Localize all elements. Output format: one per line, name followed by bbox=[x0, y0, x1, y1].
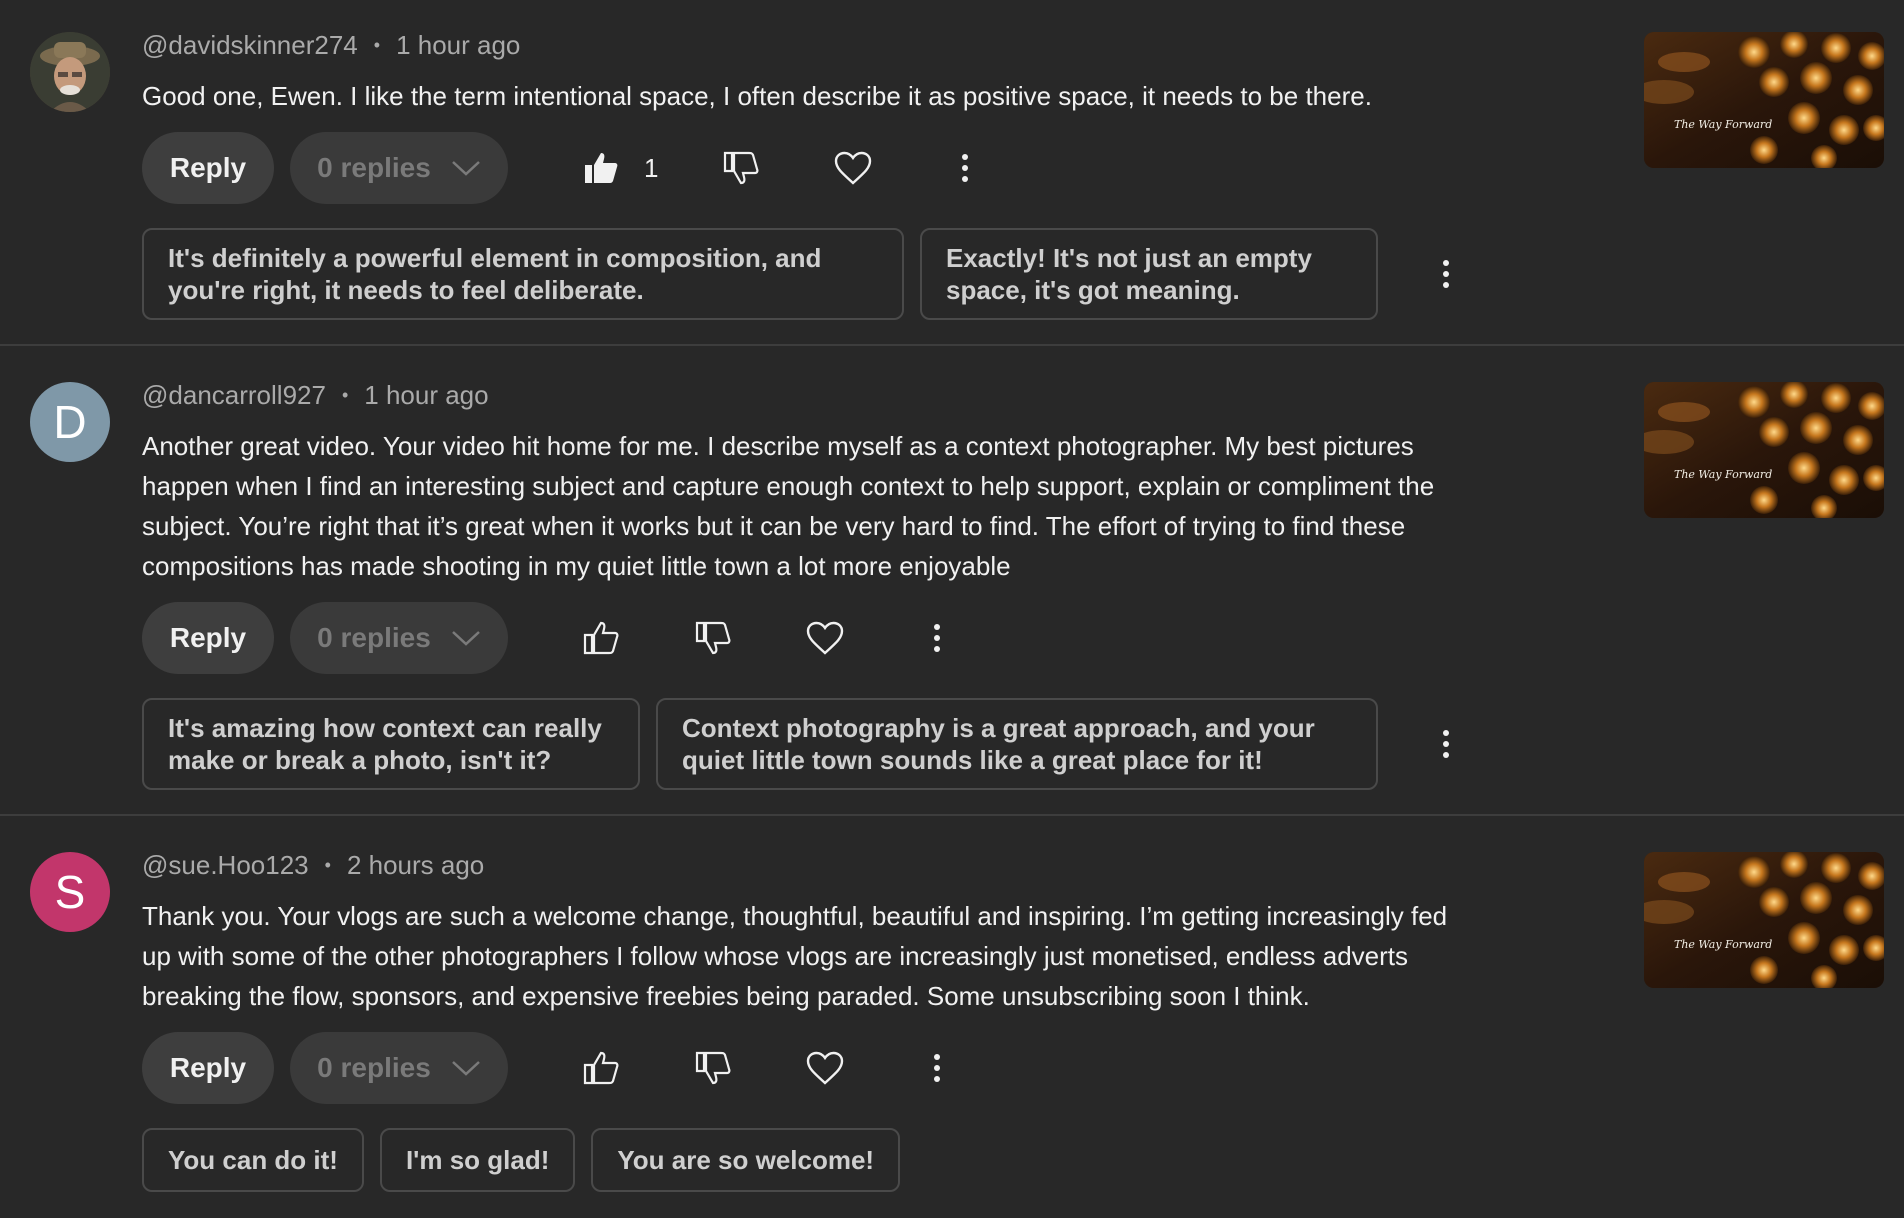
heart-button[interactable] bbox=[830, 145, 876, 191]
thumb-up-icon bbox=[583, 1051, 619, 1085]
comment-text: Another great video. Your video hit home… bbox=[142, 431, 1435, 581]
like-button[interactable] bbox=[578, 615, 624, 661]
username[interactable]: @dancarroll927 bbox=[142, 380, 326, 411]
more-options-button[interactable] bbox=[942, 145, 988, 191]
separator: • bbox=[373, 35, 381, 55]
separator: • bbox=[324, 855, 331, 875]
username[interactable]: @davidskinner274 bbox=[142, 30, 358, 61]
like-button[interactable] bbox=[578, 1045, 624, 1091]
video-thumbnail[interactable]: The Way Forward bbox=[1644, 32, 1884, 168]
thumb-down-icon bbox=[695, 1051, 731, 1085]
more-vertical-icon bbox=[1443, 260, 1449, 288]
suggested-reply-chip[interactable]: I'm so glad! bbox=[379, 1128, 576, 1192]
comment-divider bbox=[0, 814, 1904, 816]
avatar-photo bbox=[30, 32, 110, 112]
more-options-button[interactable] bbox=[914, 1045, 960, 1091]
suggestions-more-button[interactable] bbox=[1426, 251, 1466, 297]
reply-button[interactable]: Reply bbox=[142, 602, 274, 674]
suggested-replies: You can do it! I'm so glad! You are so w… bbox=[142, 1128, 916, 1192]
comment-text: Good one, Ewen. I like the term intentio… bbox=[142, 81, 1372, 111]
timestamp[interactable]: 1 hour ago bbox=[396, 30, 520, 61]
heart-button[interactable] bbox=[802, 615, 848, 661]
reply-button[interactable]: Reply bbox=[142, 1032, 274, 1104]
thumb-down-icon bbox=[724, 151, 759, 185]
candles-image bbox=[1644, 382, 1884, 518]
comment-actions: Reply 0 replies bbox=[142, 602, 960, 674]
comment-divider bbox=[0, 344, 1904, 346]
heart-button[interactable] bbox=[802, 1045, 848, 1091]
dislike-button[interactable] bbox=[690, 1045, 736, 1091]
suggested-reply-chip[interactable]: Exactly! It's not just an empty space, i… bbox=[920, 228, 1378, 320]
comment-actions: Reply 0 replies bbox=[142, 1032, 960, 1104]
separator: • bbox=[341, 385, 349, 405]
suggested-replies: It's definitely a powerful element in co… bbox=[142, 228, 1466, 320]
video-thumbnail[interactable]: The Way Forward bbox=[1644, 852, 1884, 988]
chevron-down-icon bbox=[451, 161, 480, 176]
heart-icon bbox=[806, 1051, 844, 1085]
username[interactable]: @sue.Hoo123 bbox=[142, 850, 309, 881]
thumb-down-icon bbox=[695, 621, 731, 655]
thumbnail-caption: The Way Forward bbox=[1674, 468, 1773, 481]
avatar[interactable]: D bbox=[30, 382, 110, 462]
comment-meta: @dancarroll927 • 1 hour ago bbox=[142, 380, 489, 411]
replies-label: 0 replies bbox=[317, 622, 431, 653]
more-options-button[interactable] bbox=[914, 615, 960, 661]
like-count: 1 bbox=[644, 152, 659, 183]
suggested-reply-chip[interactable]: It's amazing how context can really make… bbox=[142, 698, 640, 790]
thumb-up-icon bbox=[583, 621, 619, 655]
avatar[interactable] bbox=[30, 32, 110, 112]
video-thumbnail[interactable]: The Way Forward bbox=[1644, 382, 1884, 518]
thumbnail-caption: The Way Forward bbox=[1674, 938, 1773, 951]
more-vertical-icon bbox=[934, 624, 940, 652]
suggested-replies: It's amazing how context can really make… bbox=[142, 698, 1466, 790]
heart-icon bbox=[806, 621, 844, 655]
more-vertical-icon bbox=[1443, 730, 1449, 758]
more-vertical-icon bbox=[962, 154, 969, 182]
timestamp[interactable]: 2 hours ago bbox=[347, 850, 484, 881]
timestamp[interactable]: 1 hour ago bbox=[364, 380, 488, 411]
avatar[interactable]: S bbox=[30, 852, 110, 932]
candles-image bbox=[1644, 852, 1884, 988]
chevron-down-icon bbox=[451, 1061, 480, 1076]
comment-meta: @sue.Hoo123 • 2 hours ago bbox=[142, 850, 484, 881]
suggested-reply-chip[interactable]: It's definitely a powerful element in co… bbox=[142, 228, 904, 320]
replies-dropdown-button[interactable]: 0 replies bbox=[290, 1032, 508, 1104]
suggested-reply-chip[interactable]: You are so welcome! bbox=[591, 1128, 901, 1192]
replies-label: 0 replies bbox=[317, 1052, 431, 1083]
suggestions-more-button[interactable] bbox=[1426, 721, 1466, 767]
chevron-down-icon bbox=[451, 631, 480, 646]
thumbnail-caption: The Way Forward bbox=[1674, 118, 1773, 131]
replies-dropdown-button[interactable]: 0 replies bbox=[290, 132, 508, 204]
candles-image bbox=[1644, 32, 1884, 168]
dislike-button[interactable] bbox=[690, 615, 736, 661]
replies-label: 0 replies bbox=[317, 152, 431, 183]
reply-button[interactable]: Reply bbox=[142, 132, 274, 204]
suggested-reply-chip[interactable]: You can do it! bbox=[142, 1128, 364, 1192]
comment-actions: Reply 0 replies 1 bbox=[142, 132, 988, 204]
heart-icon bbox=[835, 151, 872, 185]
like-button[interactable] bbox=[578, 145, 624, 191]
dislike-button[interactable] bbox=[718, 145, 764, 191]
replies-dropdown-button[interactable]: 0 replies bbox=[290, 602, 508, 674]
suggested-reply-chip[interactable]: Context photography is a great approach,… bbox=[656, 698, 1378, 790]
comment-text: Thank you. Your vlogs are such a welcome… bbox=[142, 901, 1448, 1011]
thumb-up-icon bbox=[585, 153, 618, 183]
comment-meta: @davidskinner274 • 1 hour ago bbox=[142, 30, 520, 61]
more-vertical-icon bbox=[934, 1054, 940, 1082]
